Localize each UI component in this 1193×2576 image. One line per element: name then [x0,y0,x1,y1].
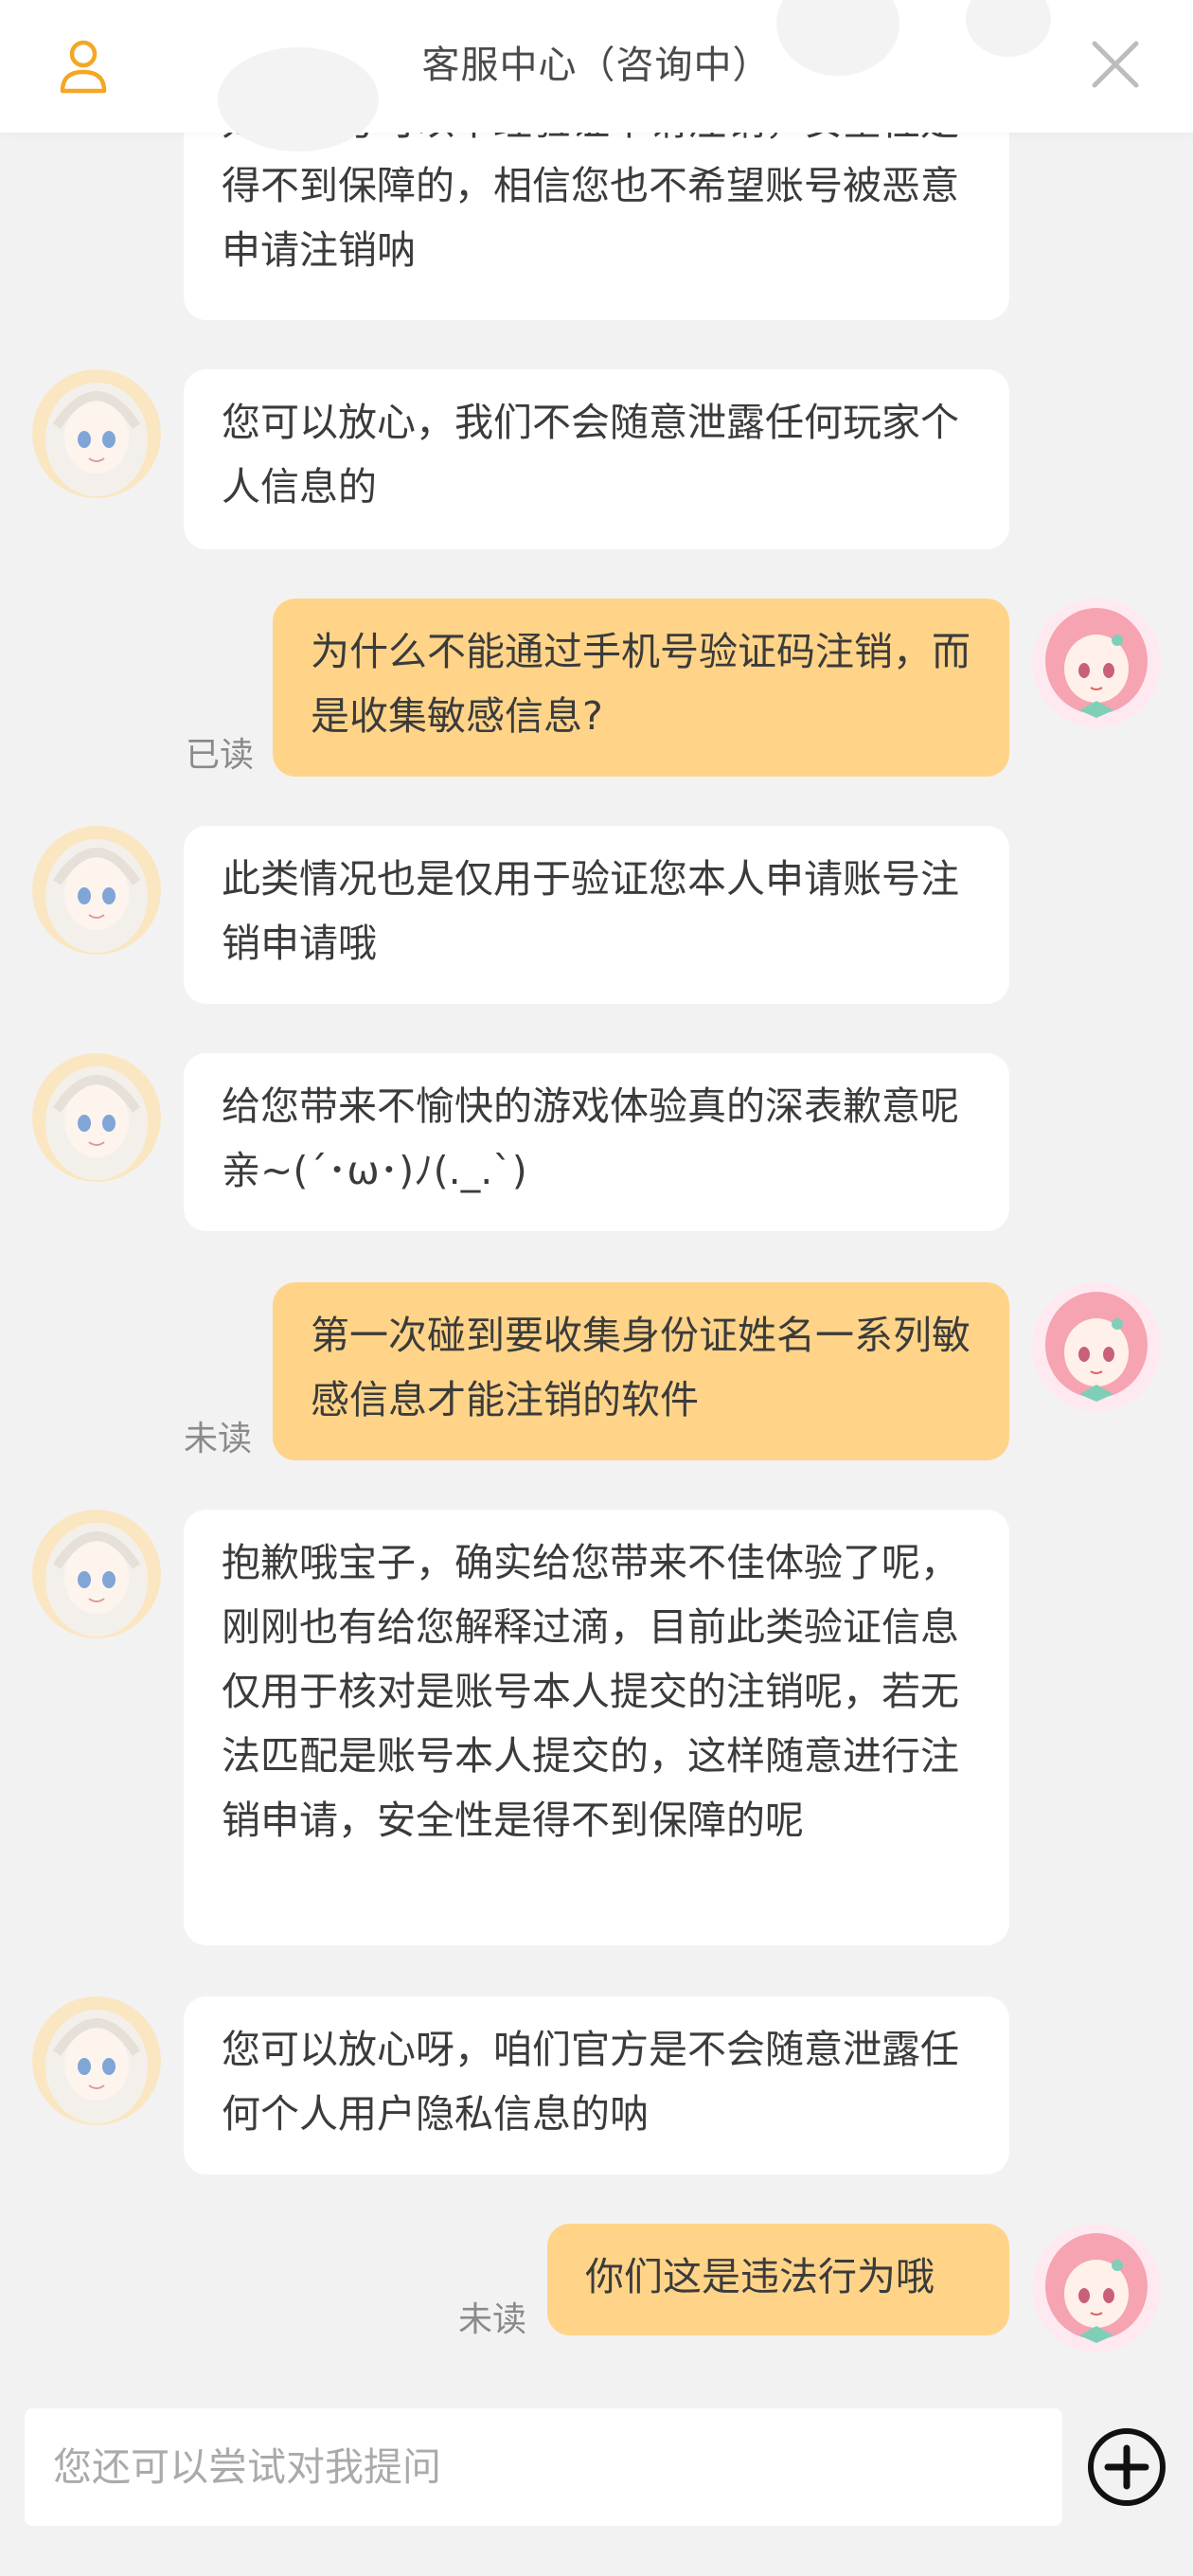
user-message: 第一次碰到要收集身份证姓名一系列敏感信息才能注销的软件 [273,1282,1009,1460]
agent-avatar[interactable] [32,1510,161,1638]
page-title: 客服中心（咨询中） [421,44,772,87]
header-bar: 客服中心（咨询中） [0,0,1193,152]
agent-message: 您可以放心，我们不会随意泄露任何玩家个人信息的 [184,369,1009,549]
user-avatar[interactable] [1032,599,1161,727]
close-icon[interactable] [1089,38,1142,91]
chat-area[interactable]: 如果账号可以不经验证申请注销，安全性是得不到保障的，相信您也不希望账号被恶意申请… [0,0,1193,2379]
read-status: 已读 [186,736,255,775]
agent-avatar[interactable] [32,369,161,498]
user-avatar[interactable] [1032,2224,1161,2352]
agent-avatar[interactable] [32,1996,161,2125]
user-avatar[interactable] [1032,1282,1161,1411]
agent-message: 给您带来不愉快的游戏体验真的深表歉意呢亲~(´･ω･)ﾉ(._.`) [184,1053,1009,1231]
read-status: 未读 [458,2300,527,2339]
user-message: 你们这是违法行为哦 [547,2224,1009,2335]
agent-avatar[interactable] [32,1053,161,1182]
agent-avatar[interactable] [32,826,161,955]
read-status: 未读 [184,1420,253,1458]
user-message: 为什么不能通过手机号验证码注销，而是收集敏感信息? [273,599,1009,777]
plus-circle-icon[interactable] [1086,2426,1167,2508]
agent-message: 此类情况也是仅用于验证您本人申请账号注销申请哦 [184,826,1009,1004]
question-input[interactable]: 您还可以尝试对我提问 [25,2408,1062,2526]
agent-message: 抱歉哦宝子，确实给您带来不佳体验了呢，刚刚也有给您解释过滴，目前此类验证信息仅用… [184,1510,1009,1945]
agent-message: 您可以放心呀，咱们官方是不会随意泄露任何个人用户隐私信息的呐 [184,1996,1009,2174]
